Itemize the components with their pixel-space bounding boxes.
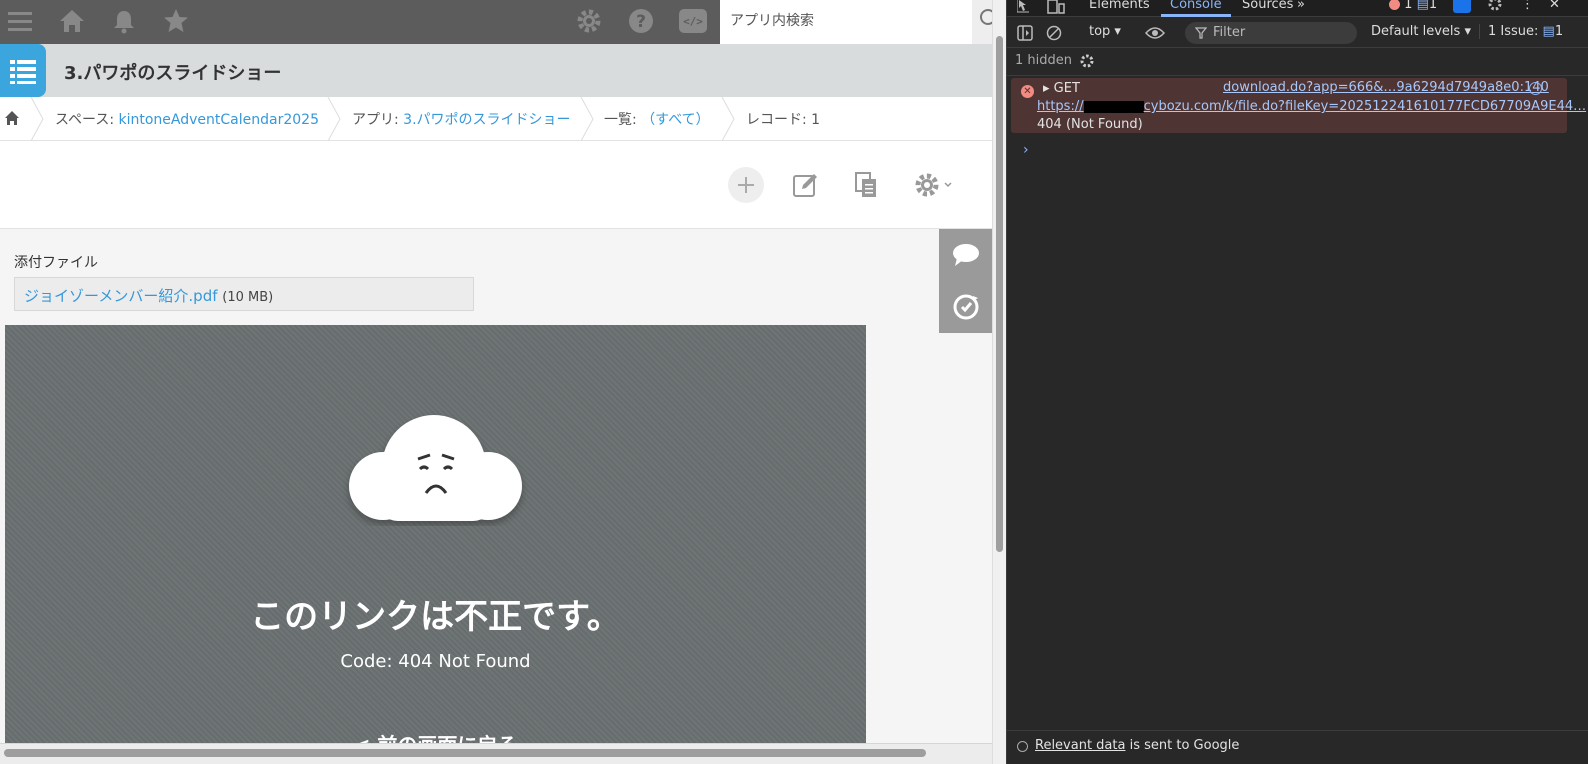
filter-icon: [1195, 27, 1207, 39]
comment-icon[interactable]: [939, 229, 992, 281]
breadcrumb-separator: [30, 97, 44, 141]
attachment-field-label: 添付ファイル: [14, 255, 98, 271]
hidden-count: 1 hidden: [1015, 53, 1072, 68]
horizontal-scrollbar[interactable]: [0, 743, 992, 764]
sad-cloud-icon: [349, 415, 522, 521]
tab-elements[interactable]: Elements: [1089, 0, 1150, 12]
history-icon[interactable]: [939, 281, 992, 333]
favorites-star-icon[interactable]: [159, 4, 193, 38]
sidebar-toggle-icon[interactable]: [1017, 25, 1033, 45]
breadcrumb-space: スペース: kintoneAdventCalendar2025: [55, 112, 319, 128]
breadcrumb-view: 一覧: （すべて）: [604, 112, 710, 128]
screen: ? </> アプリ内検索 3.パワポのスライドショー スペース: kintone…: [0, 0, 1588, 764]
console-error-entry[interactable]: ✕ ▸ GET download.do?app=666&…9a6294d7949…: [1011, 78, 1586, 133]
console-toolbar: top ▾ Filter Default levels ▾ 1 Issue: ▤…: [1007, 18, 1588, 48]
message-count-icon: ▤: [1416, 0, 1429, 12]
live-expression-eye-icon[interactable]: [1144, 25, 1166, 45]
device-mode-icon[interactable]: [1453, 0, 1471, 13]
issues-button[interactable]: 1 Issue: ▤1: [1479, 24, 1563, 39]
tab-console[interactable]: Console: [1170, 0, 1222, 12]
record-toolbar: [0, 141, 992, 229]
clear-console-icon[interactable]: [1046, 25, 1062, 45]
file-preview-error: このリンクは不正です。 Code: 404 Not Found < 前の画面に戻…: [5, 325, 866, 764]
attachment-field: ジョイゾーメンバー紹介.pdf (10 MB): [14, 277, 474, 311]
devtools-panel: Elements Console Sources » 1 ▤1 ⋮ ✕ top …: [1006, 0, 1588, 764]
app-list-icon[interactable]: [0, 44, 46, 97]
record-options-gear-icon[interactable]: [908, 167, 962, 203]
relevant-data-link[interactable]: Relevant data: [1035, 738, 1125, 753]
active-tab-indicator: [1161, 14, 1231, 17]
horizontal-scroll-thumb[interactable]: [4, 749, 926, 757]
error-method[interactable]: ▸ GET: [1043, 81, 1080, 96]
device-toolbar-icon[interactable]: [1047, 0, 1065, 18]
breadcrumb-record: レコード: 1: [746, 112, 821, 128]
vertical-scrollbar[interactable]: [992, 0, 1006, 764]
breadcrumb-separator: [721, 97, 735, 141]
devtools-settings-gear-icon[interactable]: [1487, 0, 1503, 16]
redacted-subdomain: [1083, 100, 1144, 113]
error-request-url[interactable]: https://cybozu.com/k/file.do?fileKey=202…: [1037, 99, 1586, 114]
inspect-element-icon[interactable]: [1016, 0, 1033, 18]
breadcrumb-app: アプリ: 3.パワポのスライドショー: [352, 112, 571, 128]
breadcrumb-space-link[interactable]: kintoneAdventCalendar2025: [119, 112, 319, 128]
global-header: ? </> アプリ内検索: [0, 0, 992, 44]
svg-text:?: ?: [636, 12, 646, 32]
more-tabs-button[interactable]: »: [1297, 0, 1305, 12]
error-count-icon: [1389, 0, 1400, 10]
kintone-page: ? </> アプリ内検索 3.パワポのスライドショー スペース: kintone…: [0, 0, 992, 764]
console-filter-input[interactable]: Filter: [1185, 22, 1357, 44]
error-source-link[interactable]: download.do?app=666&…9a6294d7949a8e0:140: [1223, 80, 1549, 95]
devtools-footer: Relevant data is sent to Google: [1007, 730, 1588, 764]
vertical-scroll-thumb[interactable]: [996, 36, 1003, 552]
devtools-close-icon[interactable]: ✕: [1549, 0, 1560, 12]
breadcrumb-separator: [580, 97, 594, 141]
home-icon[interactable]: [55, 4, 89, 38]
devtools-tabs: Elements Console Sources » 1 ▤1 ⋮ ✕: [1007, 0, 1588, 17]
tab-sources[interactable]: Sources: [1242, 0, 1293, 12]
footer-note: Relevant data is sent to Google: [1035, 738, 1240, 753]
attachment-file-size: (10 MB): [222, 290, 274, 305]
app-title: 3.パワポのスライドショー: [64, 63, 282, 84]
error-counter[interactable]: 1 ▤1: [1389, 0, 1437, 12]
breadcrumb-app-link[interactable]: 3.パワポのスライドショー: [403, 112, 570, 128]
search-icon[interactable]: [972, 0, 992, 44]
duplicate-record-icon[interactable]: [849, 167, 885, 203]
error-code: Code: 404 Not Found: [340, 651, 531, 672]
settings-gear-icon[interactable]: [572, 4, 606, 38]
console-prompt[interactable]: ›: [1023, 142, 1029, 158]
log-levels-dropdown[interactable]: Default levels ▾: [1371, 24, 1471, 39]
menu-icon[interactable]: [3, 4, 37, 38]
side-actions: [939, 229, 992, 333]
devtools-more-options-icon[interactable]: ⋮: [1521, 0, 1534, 12]
add-record-button[interactable]: [728, 167, 764, 203]
code-icon[interactable]: </>: [676, 4, 710, 38]
breadcrumb-view-link[interactable]: （すべて）: [641, 112, 709, 128]
error-status: 404 (Not Found): [1037, 117, 1143, 132]
network-globe-icon[interactable]: [1529, 82, 1542, 95]
info-circle-icon: [1017, 741, 1028, 752]
breadcrumb-home-icon[interactable]: [4, 110, 20, 130]
edit-record-icon[interactable]: [788, 167, 824, 203]
notification-bell-icon[interactable]: [107, 4, 141, 38]
issues-icon: ▤: [1542, 24, 1555, 39]
app-search-input[interactable]: アプリ内検索: [720, 0, 972, 44]
help-icon[interactable]: ?: [624, 4, 658, 38]
console-settings-gear-icon[interactable]: [1079, 53, 1095, 73]
app-header: 3.パワポのスライドショー: [0, 44, 992, 97]
attachment-file-link[interactable]: ジョイゾーメンバー紹介.pdf: [24, 287, 218, 305]
hidden-messages-bar: 1 hidden: [1007, 48, 1588, 76]
breadcrumb: スペース: kintoneAdventCalendar2025 アプリ: 3.パ…: [0, 97, 992, 141]
error-message: このリンクは不正です。: [250, 597, 621, 637]
error-icon: ✕: [1021, 85, 1034, 98]
breadcrumb-separator: [327, 97, 341, 141]
context-selector[interactable]: top ▾: [1089, 24, 1121, 39]
svg-text:</>: </>: [683, 15, 703, 28]
